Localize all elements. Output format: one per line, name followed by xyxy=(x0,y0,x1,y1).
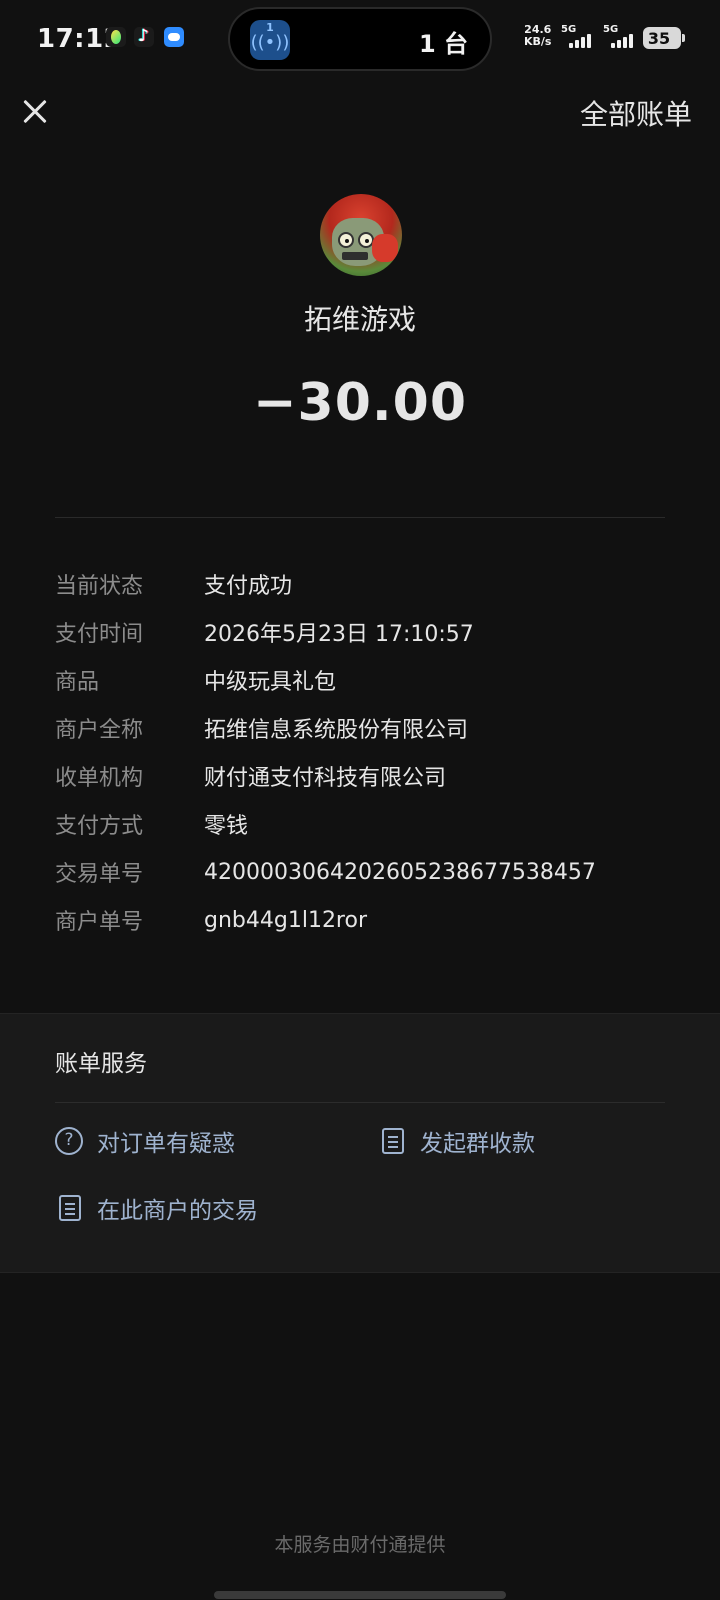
detail-value: 4200003064202605238677538457 xyxy=(204,859,596,885)
group-collection-button[interactable]: 发起群收款 xyxy=(378,1124,535,1158)
detail-row-status: 当前状态 支付成功 xyxy=(55,560,665,608)
signal-icon-sim1: 5G xyxy=(561,24,599,50)
battery-icon: 35 xyxy=(643,27,685,49)
network-speed: 24.6 KB/s xyxy=(524,24,551,48)
all-bills-link[interactable]: 全部账单 xyxy=(580,93,692,133)
network-speed-unit: KB/s xyxy=(524,35,552,48)
order-question-button[interactable]: 对订单有疑惑 xyxy=(55,1124,235,1158)
divider xyxy=(55,1102,665,1103)
detail-label: 交易单号 xyxy=(55,862,144,887)
detail-value: 零钱 xyxy=(204,814,249,839)
detail-value: 2026年5月23日 17:10:57 xyxy=(204,622,474,647)
detail-row-acquirer: 收单机构 财付通支付科技有限公司 xyxy=(55,752,665,800)
detail-label: 支付方式 xyxy=(55,814,144,839)
merchant-transactions-button[interactable]: 在此商户的交易 xyxy=(55,1191,258,1225)
home-indicator[interactable] xyxy=(214,1591,506,1599)
signal-icon-sim2: 5G xyxy=(603,24,641,50)
sim2-label: 5G xyxy=(603,24,619,35)
merchant-transactions-label: 在此商户的交易 xyxy=(97,1198,258,1224)
status-bar: 17:12 1 ((•)) 1 台 24.6 KB/s 5G 5G 35 xyxy=(0,0,720,76)
detail-label: 收单机构 xyxy=(55,766,144,791)
detail-value: 拓维信息系统股份有限公司 xyxy=(204,718,469,743)
question-circle-icon xyxy=(55,1127,83,1155)
detail-row-merchant-fullname: 商户全称 拓维信息系统股份有限公司 xyxy=(55,704,665,752)
merchant-avatar xyxy=(320,194,402,276)
detail-value: 财付通支付科技有限公司 xyxy=(204,766,447,791)
detail-label: 商品 xyxy=(55,670,100,695)
detail-value: gnb44g1l12ror xyxy=(204,907,368,933)
group-collection-label: 发起群收款 xyxy=(420,1131,535,1157)
merchant-name: 拓维游戏 xyxy=(303,303,416,336)
footer-provider-text: 本服务由财付通提供 xyxy=(274,1534,446,1556)
detail-row-transaction-id: 交易单号 4200003064202605238677538457 xyxy=(55,848,665,896)
battery-level: 35 xyxy=(647,29,671,48)
detail-row-time: 支付时间 2026年5月23日 17:10:57 xyxy=(55,608,665,656)
document-list-icon xyxy=(59,1195,81,1221)
close-icon[interactable] xyxy=(18,94,52,128)
payment-amount: −30.00 xyxy=(252,373,468,433)
detail-label: 商户单号 xyxy=(55,910,144,935)
detail-label: 商户全称 xyxy=(55,718,144,743)
detail-label: 支付时间 xyxy=(55,622,144,647)
transaction-details: 当前状态 支付成功 支付时间 2026年5月23日 17:10:57 商品 中级… xyxy=(55,560,665,944)
detail-value: 中级玩具礼包 xyxy=(204,670,337,695)
sim1-label: 5G xyxy=(561,24,577,35)
music-app-icon xyxy=(106,27,126,47)
weather-icon xyxy=(164,27,184,47)
detail-value: 支付成功 xyxy=(204,574,293,599)
broadcast-icon: 1 ((•)) xyxy=(250,20,290,60)
services-title: 账单服务 xyxy=(55,1051,147,1077)
document-icon xyxy=(382,1128,404,1154)
order-question-label: 对订单有疑惑 xyxy=(97,1131,235,1157)
divider xyxy=(55,517,665,518)
detail-row-payment-method: 支付方式 零钱 xyxy=(55,800,665,848)
detail-row-merchant-order-id: 商户单号 gnb44g1l12ror xyxy=(55,896,665,944)
tiktok-icon xyxy=(134,26,154,47)
detail-label: 当前状态 xyxy=(55,574,144,599)
dynamic-island[interactable]: 1 ((•)) 1 台 xyxy=(228,7,492,71)
detail-row-product: 商品 中级玩具礼包 xyxy=(55,656,665,704)
island-text: 1 台 xyxy=(418,30,468,58)
